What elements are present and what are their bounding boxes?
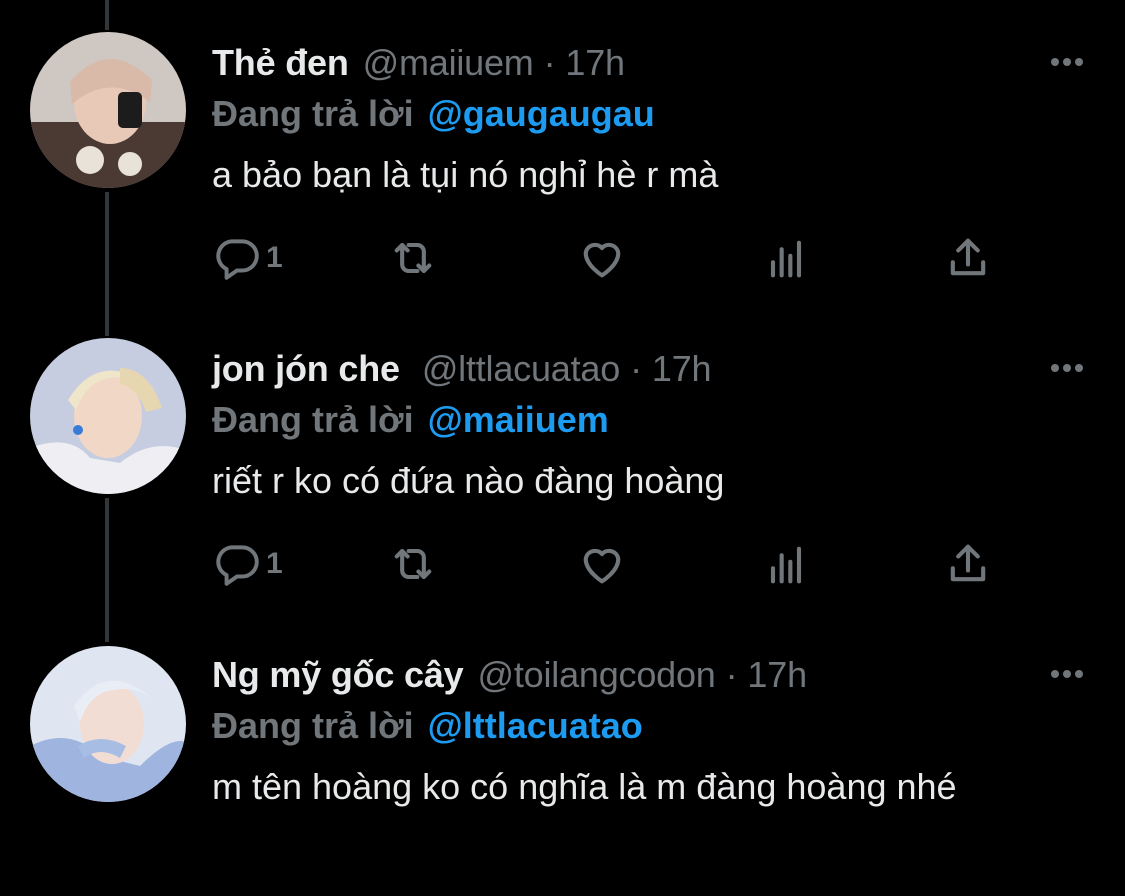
avatar[interactable]: [30, 32, 186, 188]
timestamp[interactable]: 17h: [652, 348, 712, 390]
heart-icon: [583, 242, 621, 278]
author-handle[interactable]: @lttlacuatao: [422, 348, 620, 390]
replying-label: Đang trả lời: [212, 93, 414, 134]
avatar[interactable]: [30, 646, 186, 802]
replying-to: Đang trả lời @maiiuem: [212, 394, 609, 446]
author-handle[interactable]: @maiiuem: [363, 42, 534, 84]
like-button[interactable]: [576, 534, 628, 594]
share-button[interactable]: [942, 228, 994, 288]
more-options-icon[interactable]: [1047, 40, 1087, 80]
replying-to: Đang trả lời @lttlacuatao: [212, 700, 643, 752]
tweet-2[interactable]: jon jón che @lttlacuatao · 17h Đang trả …: [0, 338, 1125, 644]
views-button[interactable]: [760, 228, 812, 288]
more-options-icon[interactable]: [1047, 346, 1087, 386]
timestamp[interactable]: 17h: [747, 654, 807, 696]
action-bar: 1: [212, 534, 1012, 594]
retweet-icon: [394, 242, 432, 274]
replying-mention-link[interactable]: @maiiuem: [428, 399, 609, 441]
author-name[interactable]: Ng mỹ gốc cây: [212, 654, 464, 696]
like-button[interactable]: [576, 228, 628, 288]
separator-dot: ·: [725, 654, 738, 695]
share-upload-icon: [950, 544, 986, 582]
replying-label: Đang trả lời: [212, 399, 414, 440]
reply-count: 1: [266, 547, 283, 580]
reply-button[interactable]: 1: [212, 534, 283, 594]
heart-icon: [583, 548, 621, 584]
share-upload-icon: [950, 238, 986, 276]
author-handle[interactable]: @toilangcodon: [478, 654, 716, 696]
action-bar: 1: [212, 228, 1012, 288]
separator-dot: ·: [543, 42, 556, 83]
share-button[interactable]: [942, 534, 994, 594]
tweet-text: a bảo bạn là tụi nó nghỉ hè r mà: [212, 154, 719, 195]
retweet-icon: [394, 548, 432, 580]
avatar[interactable]: [30, 338, 186, 494]
thread-line-1: [105, 0, 109, 30]
views-bar-chart-icon: [770, 546, 802, 584]
tweet-3[interactable]: Ng mỹ gốc cây @toilangcodon · 17h Đang t…: [0, 646, 1125, 896]
separator-dot: ·: [630, 348, 642, 389]
timestamp[interactable]: 17h: [565, 42, 625, 84]
reply-count: 1: [266, 241, 283, 274]
replying-to: Đang trả lời @gaugaugau: [212, 88, 655, 140]
retweet-button[interactable]: [387, 534, 439, 594]
replying-mention-link[interactable]: @gaugaugau: [428, 93, 655, 135]
views-bar-chart-icon: [770, 240, 802, 278]
reply-button[interactable]: 1: [212, 228, 283, 288]
replying-mention-link[interactable]: @lttlacuatao: [428, 705, 643, 747]
more-options-icon[interactable]: [1047, 652, 1087, 692]
tweet-1[interactable]: Thẻ đen @maiiuem · 17h Đang trả lời @gau…: [0, 32, 1125, 338]
author-name[interactable]: Thẻ đen: [212, 42, 349, 84]
reply-bubble-icon: [216, 239, 259, 280]
views-button[interactable]: [760, 534, 812, 594]
author-name[interactable]: jon jón che: [212, 348, 400, 390]
tweet-text: riết r ko có đứa nào đàng hoàng: [212, 460, 725, 501]
reply-bubble-icon: [216, 545, 259, 586]
replying-label: Đang trả lời: [212, 705, 414, 746]
retweet-button[interactable]: [387, 228, 439, 288]
tweet-text: m tên hoàng ko có nghĩa là m đàng hoàng …: [212, 766, 957, 807]
